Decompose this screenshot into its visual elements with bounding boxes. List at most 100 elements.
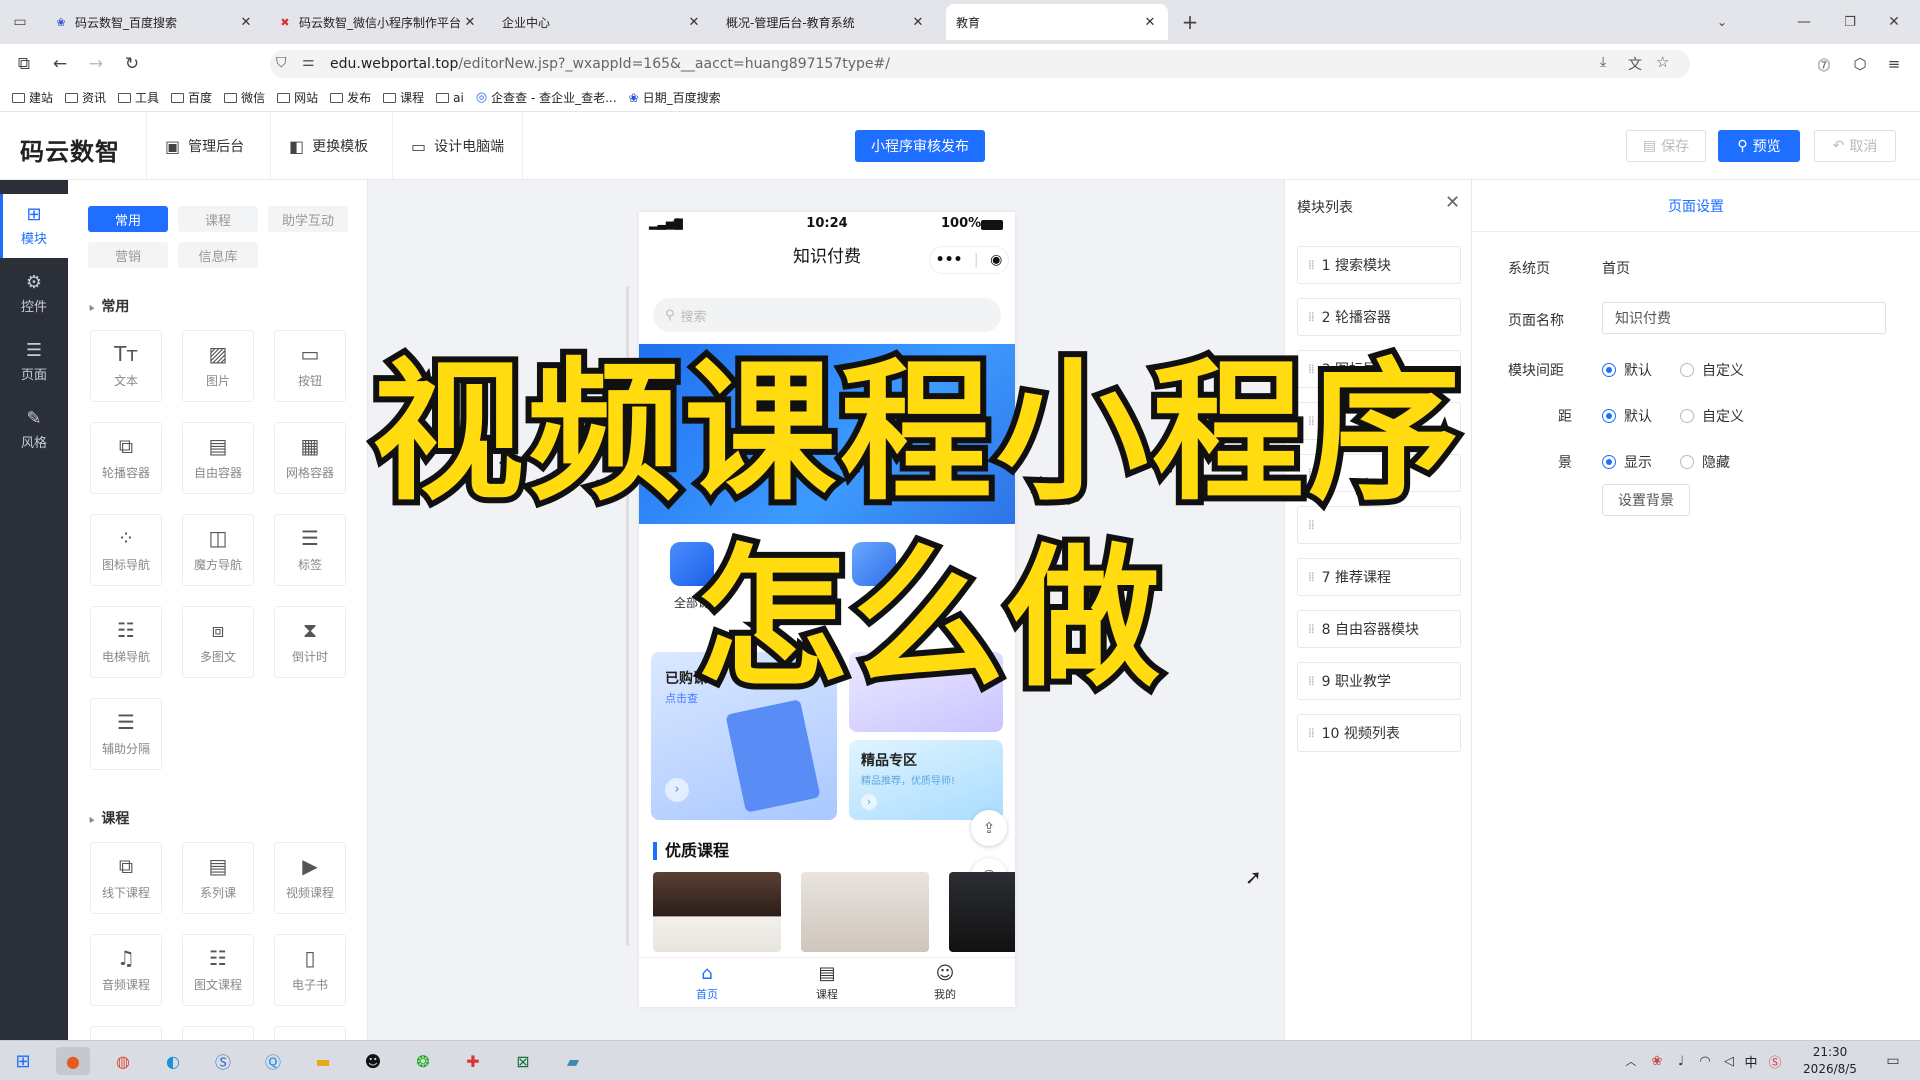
browser-tab[interactable]: ✖ 码云数智_微信小程序制作平台 ✕ (268, 4, 488, 40)
tab-course[interactable]: 课程 (178, 206, 258, 232)
bookmark-folder[interactable]: 工具 (118, 89, 159, 106)
component-text[interactable]: Tт 文本 (90, 330, 162, 402)
app-s-icon[interactable]: Ⓢ (206, 1047, 240, 1075)
drag-handle-icon[interactable]: ⁞⁞ (1308, 258, 1315, 272)
tab-info-library[interactable]: 信息库 (178, 242, 258, 268)
component-grid-container[interactable]: ▦ 网格容器 (274, 422, 346, 494)
bookmark-folder[interactable]: ai (436, 91, 464, 105)
premium-zone-card[interactable]: 精品专区 精品推荐，优质导师! › (849, 740, 1003, 820)
tab-groups-icon[interactable]: ⧉ (12, 52, 36, 76)
tab-interaction[interactable]: 助学互动 (268, 206, 348, 232)
chevron-down-icon[interactable]: ⌄ (1710, 10, 1734, 34)
margin-custom-radio[interactable]: 自定义 (1680, 406, 1744, 426)
page-name-input[interactable]: 知识付费 (1602, 302, 1886, 334)
browser-tab[interactable]: ❀ 码云数智_百度搜索 ✕ (44, 4, 264, 40)
star-icon[interactable]: ☆ (1656, 53, 1669, 71)
minimize-icon[interactable]: — (1792, 10, 1816, 34)
spacing-default-radio[interactable]: 默认 (1602, 360, 1652, 380)
sidebar-item-modules[interactable]: ⊞ 模块 (0, 194, 68, 258)
spacing-custom-radio[interactable]: 自定义 (1680, 360, 1744, 380)
set-background-button[interactable]: 设置背景 (1602, 484, 1690, 516)
download-icon[interactable]: ⤓ (1600, 54, 1606, 70)
section-course-title[interactable]: 课程 (88, 808, 129, 828)
tab-courses[interactable]: ▤ 课程 (797, 964, 857, 1002)
course-thumbnail[interactable] (949, 872, 1015, 952)
component-countdown[interactable]: ⧗ 倒计时 (274, 606, 346, 678)
close-tab-icon[interactable]: ✕ (238, 15, 254, 30)
extensions-icon[interactable]: ⬡ (1848, 52, 1872, 76)
component-button[interactable]: ▭ 按钮 (274, 330, 346, 402)
notification-icon[interactable]: ▭ (1876, 1047, 1910, 1075)
sidebar-item-pages[interactable]: ☰ 页面 (0, 330, 68, 394)
bookmark-folder[interactable]: 网站 (277, 89, 318, 106)
course-thumbnail[interactable] (653, 872, 781, 952)
module-item[interactable]: ⁞⁞ 2 轮播容器 (1297, 298, 1461, 336)
module-item[interactable]: ⁞⁞ 9 职业教学 (1297, 662, 1461, 700)
translate-icon[interactable]: 文 (1628, 54, 1642, 74)
bookmark-folder[interactable]: 课程 (383, 89, 424, 106)
design-pc-nav[interactable]: ▭ 设计电脑端 (392, 112, 524, 180)
course-thumbnail[interactable] (801, 872, 929, 952)
drag-handle-icon[interactable]: ⁞⁞ (1308, 622, 1315, 636)
site-settings-icon[interactable]: ⚌ (302, 54, 315, 70)
browser-tab[interactable]: 概况-管理后台-教育系统 ✕ (716, 4, 936, 40)
menu-icon[interactable]: ≡ (1882, 52, 1906, 76)
system-clock[interactable]: 21:30 2026/8/5 (1790, 1044, 1870, 1078)
component-series-course[interactable]: ▤ 系列课 (182, 842, 254, 914)
save-button[interactable]: ▤ 保存 (1626, 130, 1706, 162)
close-window-icon[interactable]: ✕ (1882, 10, 1906, 34)
bookmark-folder[interactable]: 百度 (171, 89, 212, 106)
component-card-partial[interactable] (274, 1026, 346, 1040)
component-image[interactable]: ▨ 图片 (182, 330, 254, 402)
capsule-menu[interactable]: ••• | ◉ (929, 246, 1009, 274)
margin-default-radio[interactable]: 默认 (1602, 406, 1652, 426)
browser-tab[interactable]: 企业中心 ✕ (492, 4, 712, 40)
restore-icon[interactable]: ❐ (1838, 10, 1862, 34)
sidebar-item-style[interactable]: ✎ 风格 (0, 398, 68, 462)
close-tab-icon[interactable]: ✕ (1142, 15, 1158, 30)
publish-button[interactable]: 小程序审核发布 (855, 130, 985, 162)
chrome-icon[interactable]: ◍ (106, 1047, 140, 1075)
close-tab-icon[interactable]: ✕ (910, 15, 926, 30)
tab-common[interactable]: 常用 (88, 206, 168, 232)
windows-start-icon[interactable]: ⊞ (6, 1047, 40, 1075)
module-item[interactable]: ⁞⁞ 1 搜索模块 (1297, 246, 1461, 284)
drag-handle-icon[interactable]: ⁞⁞ (1308, 570, 1315, 584)
component-tag[interactable]: ☰ 标签 (274, 514, 346, 586)
module-item[interactable]: ⁞⁞ 8 自由容器模块 (1297, 610, 1461, 648)
close-tab-icon[interactable]: ✕ (462, 15, 478, 30)
browser-q-icon[interactable]: Ⓠ (256, 1047, 290, 1075)
sidebar-item-controls[interactable]: ⚙ 控件 (0, 262, 68, 326)
tab-home[interactable]: ⌂ 首页 (677, 964, 737, 1002)
tab-list-icon[interactable]: ▭ (8, 10, 32, 34)
component-carousel[interactable]: ⧉ 轮播容器 (90, 422, 162, 494)
component-ebook[interactable]: ▯ 电子书 (274, 934, 346, 1006)
close-tab-icon[interactable]: ✕ (686, 15, 702, 30)
module-item[interactable]: ⁞⁞ 7 推荐课程 (1297, 558, 1461, 596)
more-icon[interactable]: ••• (936, 252, 963, 268)
browser-tab-active[interactable]: 教育 ✕ (946, 4, 1168, 40)
component-offline-course[interactable]: ⧉ 线下课程 (90, 842, 162, 914)
notepad-icon[interactable]: ▰ (556, 1047, 590, 1075)
module-item[interactable]: ⁞⁞ 10 视频列表 (1297, 714, 1461, 752)
bookmark-folder[interactable]: 微信 (224, 89, 265, 106)
component-card-partial[interactable] (182, 1026, 254, 1040)
new-tab-icon[interactable]: + (1178, 10, 1202, 34)
forward-icon[interactable]: → (84, 52, 108, 76)
component-video-course[interactable]: ▶ 视频课程 (274, 842, 346, 914)
media-app-icon[interactable]: ✚ (456, 1047, 490, 1075)
section-common-title[interactable]: 常用 (88, 296, 129, 316)
preview-button[interactable]: ⚲ 预览 (1718, 130, 1800, 162)
component-elevator-nav[interactable]: ☷ 电梯导航 (90, 606, 162, 678)
url-field[interactable]: ⛉ ⚌ edu.webportal.top/editorNew.jsp?_wxa… (270, 50, 1690, 78)
drag-handle-icon[interactable]: ⁞⁞ (1308, 726, 1315, 740)
bookmark-folder[interactable]: 资讯 (65, 89, 106, 106)
admin-nav[interactable]: ▣ 管理后台 (146, 112, 262, 180)
wechat-icon[interactable]: ❂ (406, 1047, 440, 1075)
component-icon-nav[interactable]: ⁘ 图标导航 (90, 514, 162, 586)
bg-hide-radio[interactable]: 隐藏 (1680, 452, 1730, 472)
tab-mine[interactable]: ☺ 我的 (915, 964, 975, 1002)
tab-marketing[interactable]: 营销 (88, 242, 168, 268)
excel-icon[interactable]: ⊠ (506, 1047, 540, 1075)
drag-handle-icon[interactable]: ⁞⁞ (1308, 310, 1315, 324)
